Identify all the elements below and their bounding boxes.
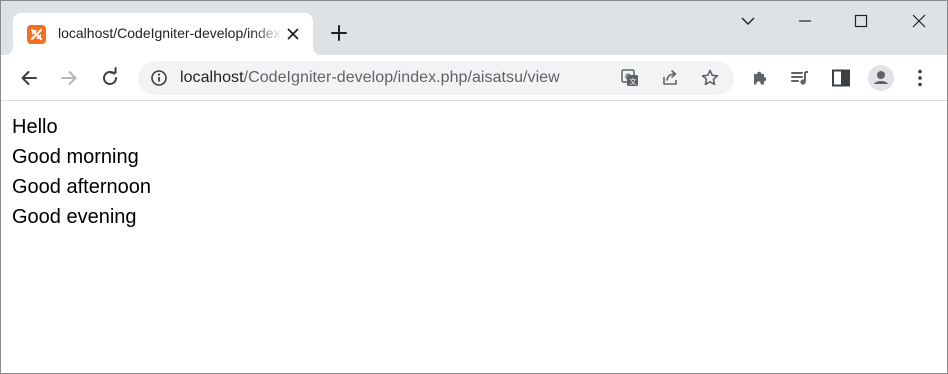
active-tab[interactable]: localhost/CodeIgniter-develop/index.php/… xyxy=(13,13,313,55)
greeting-line: Good morning xyxy=(12,146,139,168)
url-text[interactable]: localhost/CodeIgniter-develop/index.php/… xyxy=(180,69,560,87)
share-icon[interactable] xyxy=(660,68,680,88)
tab-title: localhost/CodeIgniter-develop/index.php/… xyxy=(58,25,283,41)
new-tab-icon[interactable] xyxy=(327,21,351,45)
translate-icon[interactable]: G文 xyxy=(620,68,640,88)
browser-window: localhost/CodeIgniter-develop/index.php/… xyxy=(0,0,948,374)
close-tab-icon[interactable] xyxy=(283,24,303,44)
side-panel-icon[interactable] xyxy=(827,64,855,92)
reload-icon[interactable] xyxy=(96,64,124,92)
back-arrow-icon[interactable] xyxy=(15,64,43,92)
url-host: localhost xyxy=(180,69,244,86)
bookmark-star-icon[interactable] xyxy=(700,68,720,88)
greeting-line: Hello xyxy=(12,116,58,138)
reading-list-icon[interactable] xyxy=(786,64,814,92)
extensions-icon[interactable] xyxy=(746,64,774,92)
toolbar: localhost/CodeIgniter-develop/index.php/… xyxy=(1,55,947,101)
greeting-line: Good evening xyxy=(12,206,137,228)
profile-avatar-icon[interactable] xyxy=(867,64,895,92)
tab-search-chevron-icon[interactable] xyxy=(736,9,760,33)
page-content: Hello Good morning Good afternoon Good e… xyxy=(1,102,947,373)
menu-kebab-icon[interactable] xyxy=(906,64,934,92)
svg-text:文: 文 xyxy=(630,77,637,86)
close-window-icon[interactable] xyxy=(907,9,931,33)
greeting-line: Good afternoon xyxy=(12,176,151,198)
minimize-icon[interactable] xyxy=(793,9,817,33)
site-info-icon[interactable] xyxy=(150,69,168,87)
forward-arrow-icon[interactable] xyxy=(55,64,83,92)
maximize-icon[interactable] xyxy=(849,9,873,33)
address-bar[interactable]: localhost/CodeIgniter-develop/index.php/… xyxy=(138,61,734,95)
tab-strip: localhost/CodeIgniter-develop/index.php/… xyxy=(1,1,947,55)
xampp-icon xyxy=(27,25,46,44)
url-path: /CodeIgniter-develop/index.php/aisatsu/v… xyxy=(243,69,560,86)
